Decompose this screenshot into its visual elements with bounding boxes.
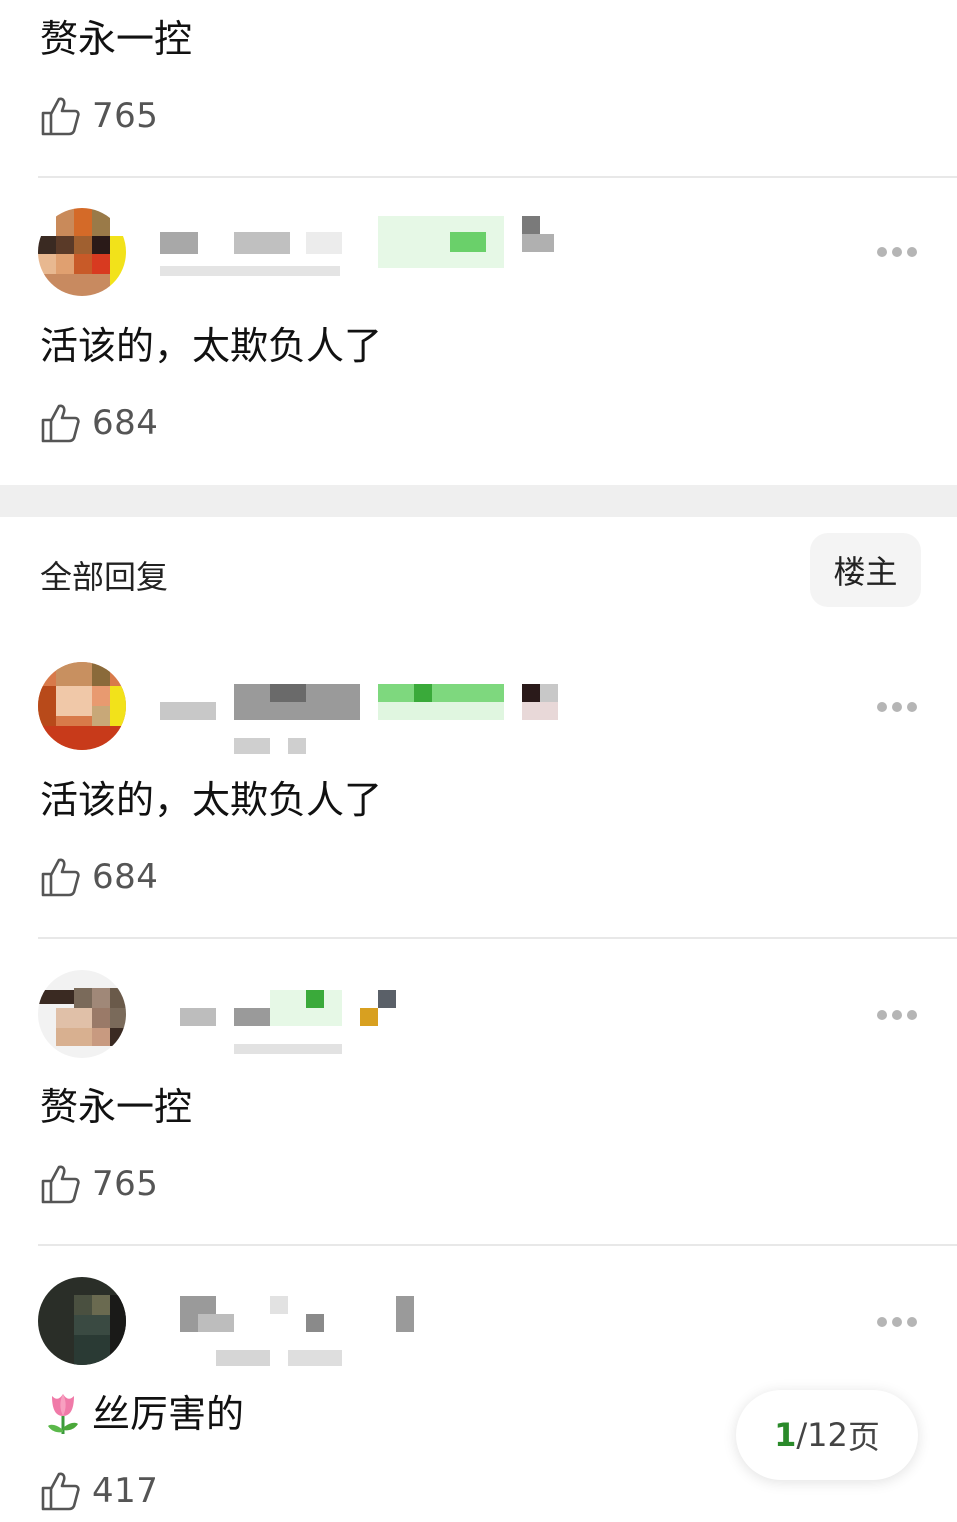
- like-button[interactable]: 684: [40, 855, 158, 899]
- like-count: 417: [92, 1471, 159, 1511]
- badge-icon: [378, 990, 396, 1008]
- thumbs-up-icon: [41, 1165, 80, 1204]
- like-button[interactable]: 765: [40, 1162, 158, 1206]
- avatar[interactable]: [38, 1277, 126, 1365]
- level-badge-mark: [414, 684, 432, 702]
- tulip-icon: [48, 1393, 78, 1434]
- comment-text: 活该的，太欺负人了: [40, 778, 383, 822]
- thumbs-up-icon: [41, 858, 80, 897]
- like-button[interactable]: 417: [40, 1469, 158, 1513]
- avatar[interactable]: [38, 208, 126, 296]
- username-redacted: [160, 702, 216, 720]
- divider: [38, 1244, 957, 1246]
- username-redacted: [306, 1314, 324, 1332]
- like-button[interactable]: 684: [40, 401, 158, 445]
- badge-icon: [522, 216, 540, 234]
- level-badge-mark: [378, 684, 504, 702]
- divider: [38, 937, 957, 939]
- section-separator: [0, 485, 957, 517]
- comment-text-content: 丝厉害的: [92, 1392, 245, 1436]
- badge-icon: [522, 234, 554, 252]
- avatar[interactable]: [38, 662, 126, 750]
- username-redacted: [396, 1296, 414, 1332]
- meta-redacted: [288, 1350, 342, 1366]
- username-redacted: [270, 1296, 288, 1314]
- page-unit: 页: [847, 1418, 880, 1456]
- meta-redacted: [288, 738, 306, 754]
- username-redacted: [234, 1008, 270, 1026]
- username-redacted: [198, 1314, 234, 1332]
- more-dots-icon[interactable]: [877, 1316, 917, 1328]
- thumbs-up-icon: [41, 404, 80, 443]
- level-badge-mark: [306, 990, 324, 1008]
- more-dots-icon[interactable]: [877, 1009, 917, 1021]
- meta-redacted: [160, 266, 340, 276]
- total-pages: 12: [807, 1416, 848, 1454]
- like-button[interactable]: 765: [40, 94, 158, 138]
- username-redacted: [306, 232, 342, 254]
- username-redacted: [160, 232, 198, 254]
- more-dots-icon[interactable]: [877, 246, 917, 258]
- op-only-button[interactable]: 楼主: [810, 533, 921, 607]
- avatar[interactable]: [38, 970, 126, 1058]
- page-indicator[interactable]: 1/12 页: [736, 1390, 918, 1480]
- comment-text: 丝厉害的: [44, 1390, 244, 1440]
- comment-text: 赘永一控: [40, 17, 193, 61]
- badge-icon: [360, 1008, 378, 1026]
- meta-redacted: [234, 1044, 342, 1054]
- username-redacted: [180, 1008, 216, 1026]
- level-badge-mark: [450, 232, 486, 252]
- like-count: 684: [92, 403, 159, 443]
- comment-text: 活该的，太欺负人了: [40, 324, 383, 368]
- badge-icon: [540, 684, 558, 702]
- current-page: 1: [774, 1416, 797, 1454]
- thumbs-up-icon: [41, 97, 80, 136]
- badge-icon: [522, 684, 540, 702]
- username-redacted: [270, 684, 306, 702]
- replies-title: 全部回复: [40, 558, 169, 596]
- badge-icon: [522, 702, 558, 720]
- more-dots-icon[interactable]: [877, 701, 917, 713]
- thumbs-up-icon: [41, 1472, 80, 1511]
- like-count: 765: [92, 96, 159, 136]
- username-redacted: [234, 232, 290, 254]
- meta-redacted: [216, 1350, 270, 1366]
- comment-text: 赘永一控: [40, 1085, 193, 1129]
- like-count: 684: [92, 857, 159, 897]
- page-separator: /: [796, 1416, 808, 1454]
- divider: [38, 176, 957, 178]
- like-count: 765: [92, 1164, 159, 1204]
- meta-redacted: [234, 738, 270, 754]
